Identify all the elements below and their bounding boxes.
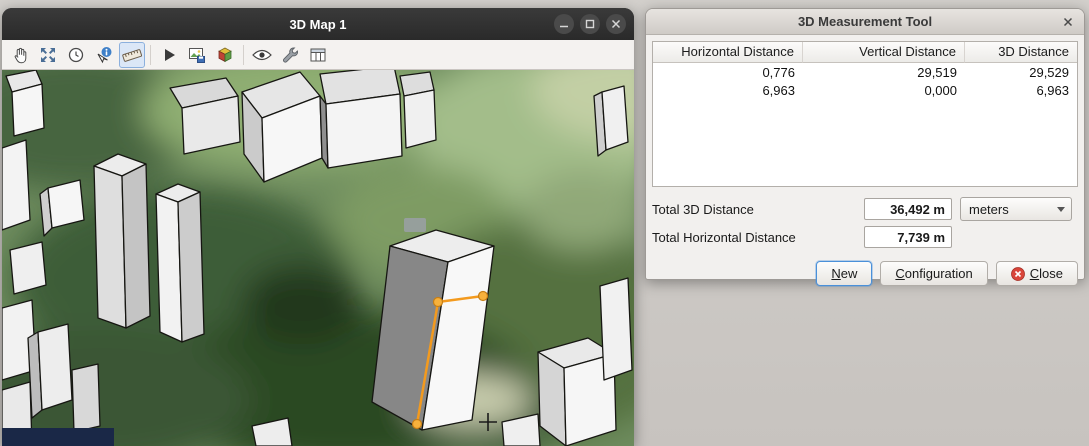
new-button[interactable]: New bbox=[816, 261, 872, 286]
cube-3d-icon[interactable] bbox=[212, 42, 238, 68]
map-window-titlebar[interactable]: 3D Map 1 bbox=[2, 8, 634, 40]
column-header-3d[interactable]: 3D Distance bbox=[965, 42, 1077, 63]
unit-select[interactable]: meters bbox=[960, 197, 1072, 221]
total-horizontal-row: Total Horizontal Distance 7,739 m bbox=[652, 225, 1078, 249]
map-toolbar bbox=[2, 40, 634, 70]
unit-selected-value: meters bbox=[961, 202, 1051, 217]
clock-icon[interactable] bbox=[63, 42, 89, 68]
toolbar-separator bbox=[243, 45, 244, 65]
zoom-full-icon[interactable] bbox=[35, 42, 61, 68]
close-button[interactable]: Close bbox=[996, 261, 1078, 286]
dialog-title: 3D Measurement Tool bbox=[798, 14, 932, 29]
measurement-vertex bbox=[413, 420, 422, 429]
dialog-buttons: New Configuration Close bbox=[652, 261, 1078, 286]
dialog-close-icon[interactable] bbox=[1060, 14, 1076, 30]
close-icon[interactable] bbox=[606, 14, 626, 34]
map-window-title: 3D Map 1 bbox=[289, 17, 346, 32]
column-header-horizontal[interactable]: Horizontal Distance bbox=[653, 42, 803, 63]
map-3d-view[interactable] bbox=[2, 70, 634, 446]
measurement-vertex bbox=[434, 298, 443, 307]
measurement-table[interactable]: Horizontal Distance Vertical Distance 3D… bbox=[652, 41, 1078, 187]
identify-icon[interactable] bbox=[91, 42, 117, 68]
play-icon[interactable] bbox=[156, 42, 182, 68]
dialog-body: Horizontal Distance Vertical Distance 3D… bbox=[646, 35, 1084, 292]
table-cell[interactable]: 29,529 bbox=[965, 63, 1077, 81]
map-window: 3D Map 1 bbox=[2, 8, 634, 446]
table-cell[interactable]: 29,519 bbox=[803, 63, 965, 81]
eye-icon[interactable] bbox=[249, 42, 275, 68]
table-cell[interactable]: 6,963 bbox=[965, 81, 1077, 99]
window-controls bbox=[554, 14, 626, 34]
total-3d-row: Total 3D Distance 36,492 m meters bbox=[652, 197, 1078, 221]
total-3d-label: Total 3D Distance bbox=[652, 202, 864, 217]
table-cell[interactable]: 0,776 bbox=[653, 63, 803, 81]
save-image-icon[interactable] bbox=[184, 42, 210, 68]
close-red-icon bbox=[1011, 267, 1025, 281]
toolbar-separator bbox=[150, 45, 151, 65]
configuration-button[interactable]: Configuration bbox=[880, 261, 987, 286]
total-horizontal-value: 7,739 m bbox=[864, 226, 952, 248]
bottom-left-strip bbox=[2, 428, 114, 446]
total-horizontal-label: Total Horizontal Distance bbox=[652, 230, 864, 245]
maximize-icon[interactable] bbox=[580, 14, 600, 34]
pan-icon[interactable] bbox=[7, 42, 33, 68]
minimize-icon[interactable] bbox=[554, 14, 574, 34]
map-3d-scene bbox=[2, 70, 634, 446]
total-3d-value: 36,492 m bbox=[864, 198, 952, 220]
measurement-dialog: 3D Measurement Tool Horizontal Distance … bbox=[645, 8, 1085, 280]
measure-line-icon[interactable] bbox=[119, 42, 145, 68]
chevron-down-icon bbox=[1051, 207, 1071, 212]
grid-panel-icon[interactable] bbox=[305, 42, 331, 68]
column-header-vertical[interactable]: Vertical Distance bbox=[803, 42, 965, 63]
dialog-titlebar[interactable]: 3D Measurement Tool bbox=[646, 9, 1084, 35]
table-cell[interactable]: 0,000 bbox=[803, 81, 965, 99]
wrench-icon[interactable] bbox=[277, 42, 303, 68]
table-cell[interactable]: 6,963 bbox=[653, 81, 803, 99]
measurement-vertex bbox=[479, 292, 488, 301]
billboard-marker bbox=[404, 218, 426, 232]
